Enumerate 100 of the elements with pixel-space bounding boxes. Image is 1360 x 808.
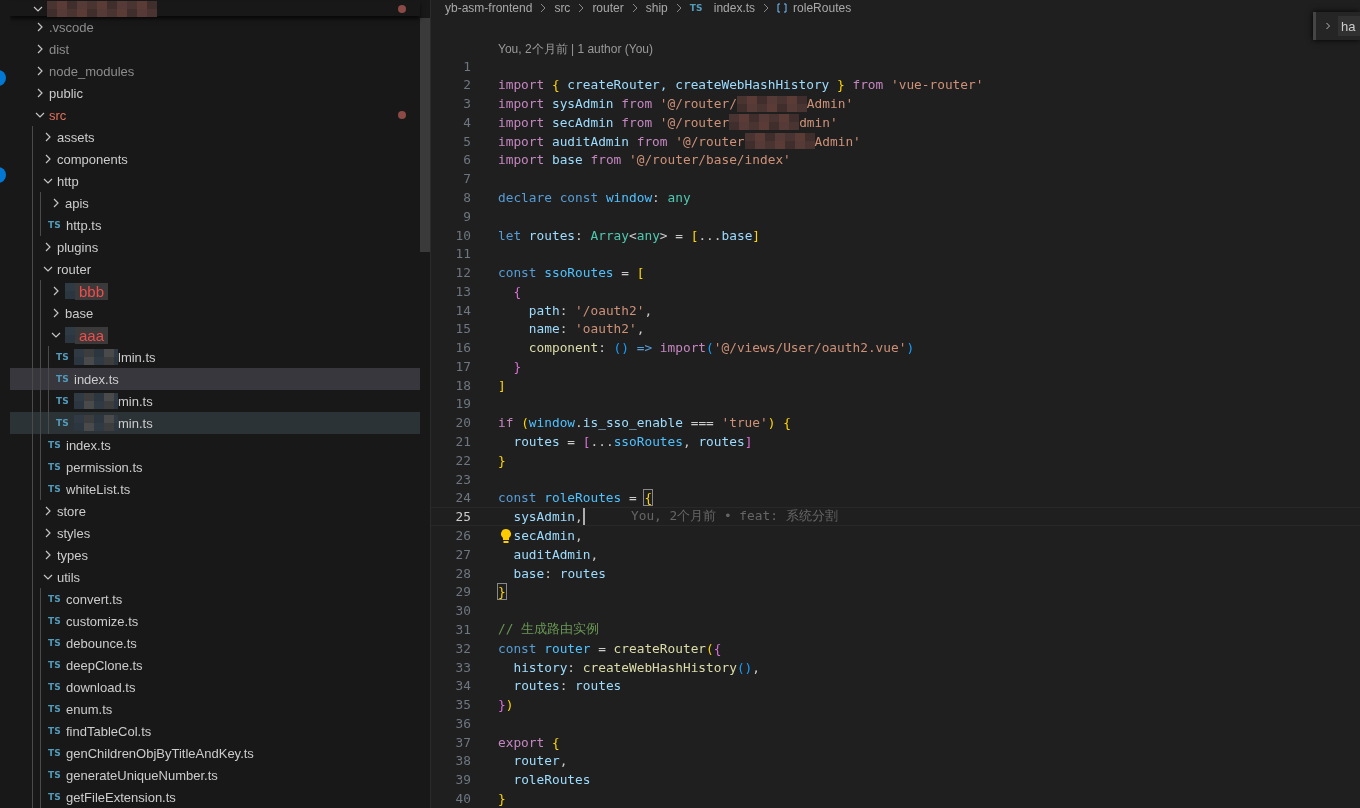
file-name: http.ts	[66, 217, 102, 233]
file-name: min.ts	[118, 393, 153, 409]
file-row[interactable]: TS min.ts	[10, 390, 420, 412]
code-line: import base from '@/router/base/index'	[498, 152, 791, 168]
typescript-file-icon: TS	[48, 748, 66, 758]
file-row[interactable]: TS index.ts	[10, 368, 420, 390]
folder-row[interactable]: types	[10, 544, 420, 566]
folder-name: components	[57, 151, 128, 167]
codelens-text[interactable]: You, 2个月前 | 1 author (You)	[498, 41, 653, 56]
typescript-file-icon: TS	[56, 418, 74, 428]
line-number: 27	[454, 546, 472, 562]
file-row[interactable]: TS findTableCol.ts	[10, 720, 420, 742]
code-line: }	[498, 791, 506, 806]
code-line: export {	[498, 734, 560, 750]
file-row[interactable]: TS min.ts	[10, 412, 420, 434]
folder-name: apis	[65, 195, 89, 211]
breadcrumb-item[interactable]: router	[592, 0, 624, 15]
file-row[interactable]: TS genChildrenObjByTitleAndKey.ts	[10, 742, 420, 764]
file-row[interactable]: TS http.ts	[10, 214, 420, 236]
code-line: }	[513, 358, 522, 374]
file-row[interactable]: TS convert.ts	[10, 588, 420, 610]
folder-row[interactable]: public	[10, 82, 420, 104]
folder-row[interactable]: utils	[10, 566, 420, 588]
file-row[interactable]: TS deepClone.ts	[10, 654, 420, 676]
line-number: 22	[454, 452, 472, 468]
code-line: let routes: Array<any> = [...base]	[498, 227, 761, 243]
folder-name: node_modules	[49, 63, 135, 79]
code-line: {	[513, 283, 522, 299]
typescript-file-icon: TS	[48, 594, 66, 604]
file-name: index.ts	[66, 437, 111, 453]
folder-name: public	[49, 85, 83, 101]
line-number: 23	[454, 471, 472, 487]
line-number: 1	[462, 58, 472, 74]
file-row[interactable]: TS debounce.ts	[10, 632, 420, 654]
line-number: 37	[454, 734, 472, 750]
code-line: sysAdmin,	[513, 509, 583, 525]
find-input[interactable]: ha	[1338, 16, 1360, 36]
folder-row[interactable]: http	[10, 170, 420, 192]
folder-row[interactable]: router	[10, 258, 420, 280]
code-line: const roleRoutes = {	[498, 490, 653, 506]
file-name: index.ts	[74, 371, 119, 387]
breadcrumb-item[interactable]: ship	[645, 0, 668, 15]
file-row[interactable]: TS lmin.ts	[10, 346, 420, 368]
code-line: import auditAdmin from '@/router Admin'	[498, 133, 861, 150]
line-number: 33	[454, 659, 472, 675]
folder-name: router	[57, 261, 91, 277]
line-number: 34	[454, 678, 472, 694]
folder-row[interactable]: base	[10, 302, 420, 324]
file-row[interactable]: TS index.ts	[10, 434, 420, 456]
folder-row[interactable]: components	[10, 148, 420, 170]
folder-row[interactable]: apis	[10, 192, 420, 214]
typescript-file-icon: TS	[56, 374, 74, 384]
folder-name: http	[57, 173, 79, 189]
line-number: 26	[454, 528, 472, 544]
folder-row[interactable]: styles	[10, 522, 420, 544]
folder-row[interactable]: assets	[10, 126, 420, 148]
file-row[interactable]: TS generateUniqueNumber.ts	[10, 764, 420, 786]
folder-name: styles	[57, 525, 91, 541]
line-number: 4	[462, 114, 472, 130]
code-line: history: createWebHashHistory(),	[513, 659, 760, 675]
file-name: lmin.ts	[118, 349, 156, 365]
code-line: router,	[513, 753, 568, 769]
code-line: routes = [...ssoRoutes, routes]	[513, 433, 753, 449]
line-number: 3	[462, 96, 472, 112]
line-number: 10	[454, 227, 472, 243]
file-row[interactable]: TS enum.ts	[10, 698, 420, 720]
folder-row[interactable]: dist	[10, 38, 420, 60]
line-number: 14	[454, 302, 472, 318]
folder-name: aaa	[75, 326, 109, 344]
file-name: enum.ts	[66, 701, 113, 717]
file-name: download.ts	[66, 679, 136, 695]
folder-row[interactable]: .vscode	[10, 16, 420, 38]
breadcrumb-item[interactable]: src	[554, 0, 571, 15]
code-line: name: 'oauth2',	[528, 321, 645, 337]
code-line: // 生成路由实例	[498, 621, 600, 638]
typescript-file-icon: TS	[56, 396, 74, 406]
file-row[interactable]: TS download.ts	[10, 676, 420, 698]
line-number: 20	[454, 415, 472, 431]
code-line: import sysAdmin from '@/router/ Admin'	[498, 95, 854, 112]
line-number: 28	[454, 565, 472, 581]
breadcrumb-item[interactable]: roleRoutes	[793, 0, 852, 15]
folder-row[interactable]: node_modules	[10, 60, 420, 82]
file-row[interactable]: TS getFileExtension.ts	[10, 786, 420, 808]
code-line: roleRoutes	[513, 772, 591, 788]
file-row[interactable]: TS whiteList.ts	[10, 478, 420, 500]
file-row[interactable]: TS customize.ts	[10, 610, 420, 632]
breadcrumb-item[interactable]: yb-asm-frontend	[445, 0, 533, 15]
folder-name: assets	[57, 129, 95, 145]
breadcrumb-item[interactable]: index.ts	[713, 0, 756, 15]
file-row[interactable]: TS permission.ts	[10, 456, 420, 478]
folder-row[interactable]: src	[10, 104, 420, 126]
code-line: }	[498, 584, 506, 600]
folder-row[interactable]: store	[10, 500, 420, 522]
folder-row[interactable]: plugins	[10, 236, 420, 258]
file-name: whiteList.ts	[66, 481, 131, 497]
blame-annotation: You, 2个月前 • feat: 系统分割	[631, 508, 838, 526]
code-line: base: routes	[513, 565, 606, 581]
folder-name: bbb	[75, 282, 109, 300]
file-name: genChildrenObjByTitleAndKey.ts	[66, 745, 254, 761]
code-line: ]	[498, 377, 506, 393]
